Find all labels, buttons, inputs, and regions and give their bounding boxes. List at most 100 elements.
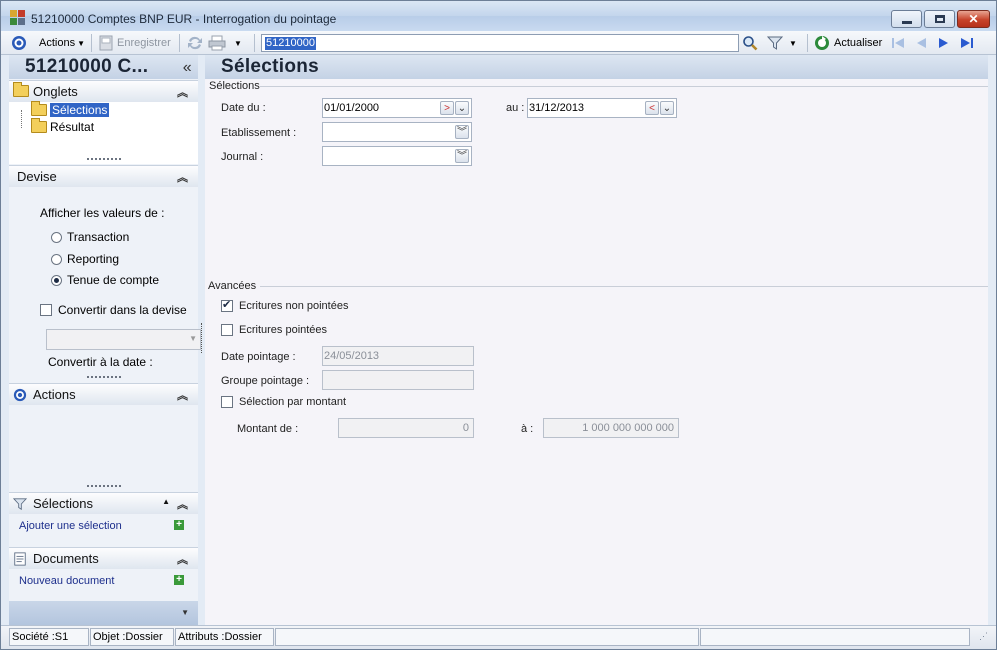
chevron-up-icon[interactable]: ︽ xyxy=(177,496,188,512)
resize-grip[interactable] xyxy=(87,158,121,161)
checkbox[interactable] xyxy=(221,324,233,336)
documents-section-header[interactable]: Documents ︽ xyxy=(9,547,198,569)
previous-record-icon[interactable] xyxy=(913,34,929,52)
onglets-section-header[interactable]: Onglets ︽ xyxy=(9,80,198,102)
montant-de-label: Montant de : xyxy=(237,423,299,435)
non-pointees-checkbox[interactable]: Ecritures non pointées xyxy=(221,298,349,312)
chevron-up-icon[interactable]: ︽ xyxy=(177,84,188,100)
close-button[interactable]: ✕ xyxy=(957,10,990,28)
first-record-icon[interactable] xyxy=(890,34,906,52)
actions-menu-label: Actions xyxy=(39,37,76,49)
double-chevron-down-icon[interactable]: ︾ xyxy=(455,149,469,163)
app-icon xyxy=(10,10,26,26)
new-document-link[interactable]: Nouveau document xyxy=(19,575,114,587)
devise-section-header[interactable]: Devise ︽ xyxy=(9,165,198,187)
tab-resultat-label: Résultat xyxy=(50,120,95,134)
date-pointage-field[interactable]: 24/05/2013 xyxy=(322,346,474,366)
folder-icon xyxy=(13,82,32,97)
par-montant-checkbox[interactable]: Sélection par montant xyxy=(221,396,346,408)
tab-selections[interactable]: Sélections xyxy=(31,101,110,117)
title-bar: 51210000 Comptes BNP EUR - Interrogation… xyxy=(1,1,996,31)
journal-field[interactable]: ︾ xyxy=(322,146,472,166)
chevron-up-icon[interactable]: ︽ xyxy=(177,551,188,567)
tab-resultat[interactable]: Résultat xyxy=(31,118,95,134)
montant-de-field[interactable]: 0 xyxy=(338,418,474,438)
window-title: 51210000 Comptes BNP EUR - Interrogation… xyxy=(31,12,337,26)
checkbox[interactable] xyxy=(221,396,233,408)
date-du-field[interactable]: 01/01/2000 > ⌄ xyxy=(322,98,472,118)
radio-transaction[interactable]: Transaction xyxy=(51,230,129,244)
montant-a-field[interactable]: 1 000 000 000 000 xyxy=(543,418,679,438)
print-button[interactable]: ▼ xyxy=(208,34,242,52)
target-icon[interactable] xyxy=(11,34,27,52)
convert-currency-label: Convertir dans la devise xyxy=(58,303,187,317)
application-window: 51210000 Comptes BNP EUR - Interrogation… xyxy=(0,0,997,650)
pointees-label: Ecritures pointées xyxy=(239,324,328,336)
non-pointees-label: Ecritures non pointées xyxy=(239,300,349,312)
next-record-icon[interactable] xyxy=(936,34,952,52)
chevron-down-icon[interactable]: ⌄ xyxy=(660,101,674,115)
calendar-icon[interactable]: > xyxy=(440,101,454,115)
actions-title: Actions xyxy=(33,387,76,402)
left-panel-title: 51210000 C... « xyxy=(9,55,198,79)
chevron-up-icon[interactable]: ︽ xyxy=(177,169,188,185)
chevron-down-icon[interactable]: ▼ xyxy=(181,608,189,617)
add-icon[interactable]: + xyxy=(174,520,184,530)
radio-button-selected[interactable] xyxy=(51,274,62,286)
minimize-icon xyxy=(901,20,912,24)
display-values-prompt: Afficher les valeurs de : xyxy=(40,206,165,220)
journal-label: Journal : xyxy=(221,151,264,163)
tab-selections-label: Sélections xyxy=(50,103,110,117)
checkbox[interactable] xyxy=(40,304,52,316)
radio-tenue-de-compte-label: Tenue de compte xyxy=(67,273,160,287)
collapse-panel-icon[interactable]: « xyxy=(183,56,192,80)
add-icon[interactable]: + xyxy=(174,575,184,585)
radio-button[interactable] xyxy=(51,231,62,243)
actions-section-header[interactable]: Actions ︽ xyxy=(9,383,198,405)
chevron-down-icon: ▼ xyxy=(189,334,197,343)
currency-select[interactable]: ▼ xyxy=(46,329,201,350)
radio-reporting[interactable]: Reporting xyxy=(51,252,119,266)
selections-section-header[interactable]: Sélections ▲ ︽ xyxy=(9,492,198,514)
maximize-button[interactable] xyxy=(924,10,955,28)
status-bar: Société :S1 Objet :Dossier Attributs :Do… xyxy=(1,625,996,649)
au-value: 31/12/2013 xyxy=(529,102,585,114)
documents-section-body: Nouveau document + xyxy=(9,569,198,600)
groupe-pointage-field[interactable] xyxy=(322,370,474,390)
refresh-icon xyxy=(815,36,829,50)
last-record-icon[interactable] xyxy=(959,34,975,52)
target-icon xyxy=(13,388,27,405)
chevron-up-icon[interactable]: ︽ xyxy=(177,387,188,403)
left-panel-footer: ▼ xyxy=(9,601,198,625)
chevron-down-icon[interactable]: ⌄ xyxy=(455,101,469,115)
au-field[interactable]: 31/12/2013 < ⌄ xyxy=(527,98,677,118)
add-selection-link[interactable]: Ajouter une sélection xyxy=(19,520,122,532)
etablissement-label: Etablissement : xyxy=(221,127,297,139)
selections-title: Sélections xyxy=(33,496,93,511)
resize-grip[interactable] xyxy=(87,376,121,379)
resize-grip-icon[interactable]: ⋰ xyxy=(979,631,988,642)
convert-date-label: Convertir à la date : xyxy=(48,355,153,369)
search-icon[interactable] xyxy=(742,34,758,52)
save-button[interactable]: Enregistrer xyxy=(98,34,171,52)
checkbox-checked[interactable] xyxy=(221,298,233,312)
sync-icon[interactable] xyxy=(186,34,204,52)
minimize-button[interactable] xyxy=(891,10,922,28)
etablissement-field[interactable]: ︾ xyxy=(322,122,472,142)
actions-menu-button[interactable]: Actions ▼ xyxy=(39,34,85,52)
left-panel: 51210000 C... « Onglets ︽ Sélections Rés… xyxy=(9,55,202,625)
filter-button[interactable]: ▼ xyxy=(767,34,797,52)
resize-grip[interactable] xyxy=(87,485,121,488)
double-chevron-down-icon[interactable]: ︾ xyxy=(455,125,469,139)
refresh-button[interactable]: Actualiser xyxy=(814,34,882,52)
radio-tenue-de-compte[interactable]: Tenue de compte xyxy=(51,273,159,287)
radio-button[interactable] xyxy=(51,253,62,265)
caret-up-icon[interactable]: ▲ xyxy=(162,497,170,506)
devise-section-body: Afficher les valeurs de : Transaction Re… xyxy=(9,187,202,383)
print-icon xyxy=(208,35,226,51)
calendar-icon[interactable]: < xyxy=(645,101,659,115)
pointees-checkbox[interactable]: Ecritures pointées xyxy=(221,324,327,336)
convert-currency-checkbox[interactable]: Convertir dans la devise xyxy=(40,303,187,317)
search-input[interactable]: 51210000 xyxy=(261,34,739,52)
radio-reporting-label: Reporting xyxy=(67,252,120,266)
